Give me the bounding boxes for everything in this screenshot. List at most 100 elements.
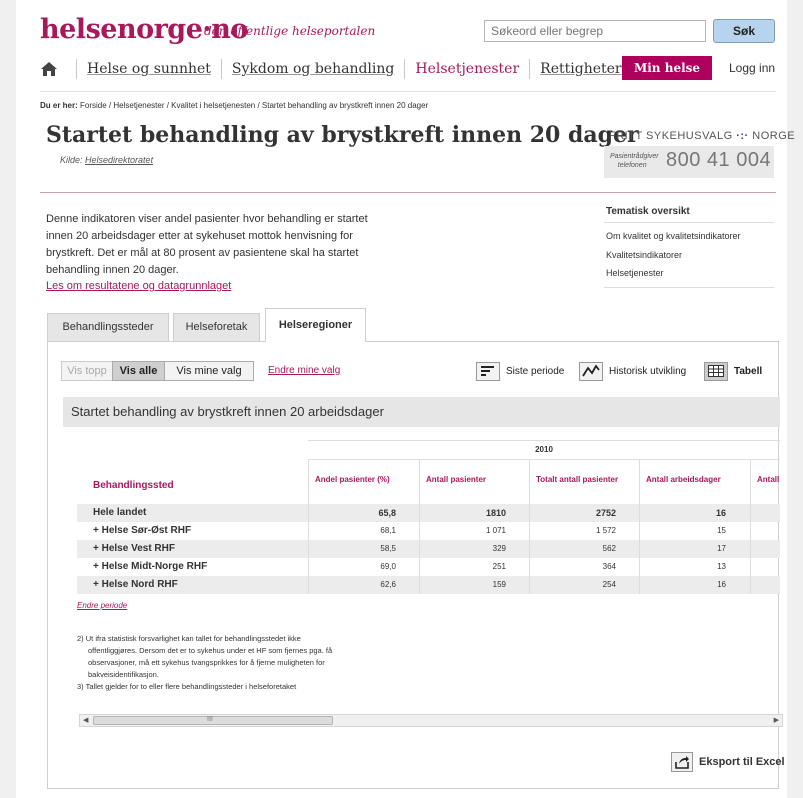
cell-totalt: 254	[602, 580, 616, 589]
column-divider	[419, 460, 420, 594]
endre-mine-valg-link[interactable]: Endre mine valg	[268, 365, 340, 376]
fsv-small-text: Pasientrådgiver telefonen	[610, 152, 659, 170]
footnotes: 2) Ut ifra statistisk forsvarlighet kan …	[77, 633, 407, 693]
fsv-small-line2: telefonen	[617, 162, 647, 169]
col-head-totalt[interactable]: Totalt antall pasienter	[529, 460, 639, 500]
cell-arbeidsdager: 16	[715, 508, 726, 518]
cell-totalt: 1 572	[595, 526, 616, 535]
row-name: + Helse Sør-Øst RHF	[93, 525, 192, 536]
scroll-left-icon[interactable]: ◀	[83, 716, 88, 724]
home-icon[interactable]	[40, 60, 58, 78]
footnote-2-line: observasjoner, må ett sykehus tvangsprik…	[88, 658, 325, 667]
cell-antall: 159	[492, 580, 506, 589]
row-name: + Helse Nord RHF	[93, 579, 178, 590]
table-row[interactable]: + Helse Sør-Øst RHF 68,1 1 071 1 572 15	[77, 522, 780, 540]
scrollbar-grip: III	[207, 716, 213, 723]
line-chart-icon	[579, 361, 603, 381]
historisk-utvikling-button[interactable]: Historisk utvikling	[579, 361, 686, 381]
historisk-label: Historisk utvikling	[609, 365, 687, 377]
cell-antall: 1 071	[485, 526, 506, 535]
col-head-antall[interactable]: Antall pasienter	[419, 460, 529, 500]
fritt-sykehusvalg-banner[interactable]: FRITT SYKEHUSVALG ·:· NORGE	[609, 130, 795, 142]
siste-periode-button[interactable]: Siste periode	[476, 361, 564, 381]
nav-sykdom-og-behandling[interactable]: Sykdom og behandling	[232, 61, 394, 77]
min-helse-button[interactable]: Min helse	[622, 56, 712, 80]
cell-antall: 251	[492, 562, 506, 571]
intro-link[interactable]: Les om resultatene og datagrunnlaget	[46, 280, 231, 292]
cell-totalt: 364	[602, 562, 616, 571]
tabell-label: Tabell	[734, 365, 763, 377]
column-divider	[639, 460, 640, 594]
footnote-2-line: 2) Ut ifra statistisk forsvarlighet kan …	[77, 634, 301, 643]
vis-topp-button[interactable]: Vis topp	[61, 361, 113, 381]
nav-helse-og-sunnhet[interactable]: Helse og sunnhet	[87, 61, 211, 77]
nav-separator	[529, 59, 531, 79]
tematisk-link-helsetjenester[interactable]: Helsetjenester	[606, 268, 664, 278]
fsv-phone-box: Pasientrådgiver telefonen 800 41 004	[604, 146, 774, 178]
cell-arbeidsdager: 16	[717, 580, 726, 589]
table-row[interactable]: Hele landet 65,8 1810 2752 16	[77, 504, 780, 522]
tematisk-link-indikatorer[interactable]: Kvalitetsindikatorer	[606, 250, 682, 260]
nav-helsetjenester[interactable]: Helsetjenester	[415, 61, 519, 77]
page-title: Startet behandling av brystkreft innen 2…	[46, 122, 639, 148]
nav-rettigheter[interactable]: Rettigheter	[540, 61, 621, 77]
tabell-button[interactable]: Tabell	[704, 361, 762, 381]
export-excel-button[interactable]: Eksport til Excel	[671, 752, 785, 772]
table-heading: Startet behandling av brystkreft innen 2…	[63, 397, 780, 427]
cell-andel: 65,8	[378, 508, 396, 518]
breadcrumb-path[interactable]: Forside / Helsetjenester / Kvalitet i he…	[80, 101, 428, 110]
source-label: Kilde:	[60, 155, 83, 165]
export-label: Eksport til Excel	[699, 756, 785, 768]
title-divider	[40, 192, 776, 193]
cell-andel: 69,0	[380, 562, 396, 571]
table-row[interactable]: + Helse Midt-Norge RHF 69,0 251 364 13	[77, 558, 780, 576]
row-name: Hele landet	[93, 507, 147, 518]
fsv-dots-icon: ·:·	[736, 130, 749, 142]
cell-antall: 1810	[485, 508, 506, 518]
tematisk-divider	[604, 222, 774, 223]
row-name: + Helse Midt-Norge RHF	[93, 561, 208, 572]
tab-helseregioner[interactable]: Helseregioner	[265, 308, 366, 342]
page-container: helsenorge·no den offentlige helseportal…	[16, 0, 795, 798]
logg-inn-link[interactable]: Logg inn	[729, 61, 775, 75]
scroll-right-icon[interactable]: ▶	[774, 716, 779, 724]
vis-alle-button[interactable]: Vis alle	[112, 361, 165, 381]
cell-totalt: 562	[602, 544, 616, 553]
logo-main: helsenorge	[40, 14, 203, 45]
year-header: 2010	[308, 440, 780, 460]
endre-periode-link[interactable]: Endre periode	[77, 601, 127, 610]
vis-mine-valg-button[interactable]: Vis mine valg	[164, 361, 254, 381]
col-head-andel[interactable]: Andel pasienter (%)	[308, 460, 419, 500]
fsv-title: FRITT SYKEHUSVALG	[609, 130, 733, 142]
table-row[interactable]: + Helse Vest RHF 58,5 329 562 17	[77, 540, 780, 558]
scrollbar-thumb[interactable]: III	[93, 716, 333, 725]
bar-list-icon	[476, 361, 500, 381]
top-navigation: Helse og sunnhet Sykdom og behandling He…	[40, 58, 622, 80]
footnote-2-line: bakveisidentifikasjon.	[88, 670, 159, 679]
horizontal-scrollbar[interactable]: ◀ III ▶	[79, 714, 783, 727]
tab-helseforetak[interactable]: Helseforetak	[173, 313, 260, 341]
cell-antall: 329	[492, 544, 506, 553]
header-divider	[40, 91, 776, 92]
siste-periode-label: Siste periode	[506, 365, 565, 377]
col-head-antall-extra[interactable]: Antall	[750, 460, 780, 500]
breadcrumb-prefix: Du er her:	[40, 101, 78, 110]
table-row[interactable]: + Helse Nord RHF 62,6 159 254 16	[77, 576, 780, 594]
search-input[interactable]	[484, 20, 706, 42]
nav-separator	[404, 59, 406, 79]
cell-arbeidsdager: 13	[717, 562, 726, 571]
breadcrumb: Du er her: Forside / Helsetjenester / Kv…	[40, 101, 428, 110]
column-divider	[750, 460, 751, 594]
footnote-3: 3) Tallet gjelder for to eller flere beh…	[77, 682, 297, 691]
col-head-behandlingssted[interactable]: Behandlingssted	[93, 480, 174, 491]
fsv-small-line1: Pasientrådgiver	[610, 153, 659, 160]
tab-behandlingssteder[interactable]: Behandlingssteder	[47, 313, 169, 341]
source-link[interactable]: Helsedirektoratet	[85, 155, 153, 165]
table-icon	[704, 361, 728, 381]
cell-totalt: 2752	[595, 508, 616, 518]
tagline: den offentlige helseportalen	[204, 24, 376, 38]
cell-andel: 58,5	[380, 544, 396, 553]
tematisk-link-kvalitet[interactable]: Om kvalitet og kvalitetsindikatorer	[606, 231, 741, 241]
search-button[interactable]: Søk	[713, 19, 775, 43]
col-head-arbeidsdager[interactable]: Antall arbeidsdager	[639, 460, 750, 500]
